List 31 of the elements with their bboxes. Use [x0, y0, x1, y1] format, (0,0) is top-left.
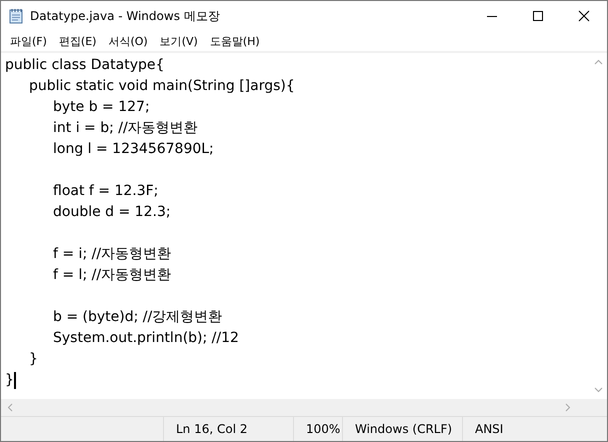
menu-item[interactable]: 도움말(H)	[204, 34, 266, 48]
close-icon	[578, 10, 590, 22]
cursor-position: Ln 16, Col 2	[176, 422, 248, 436]
code-line: public class Datatype{	[5, 56, 164, 75]
code-line: byte b = 127;	[52, 98, 150, 117]
menu-item[interactable]: 파일(F)	[4, 34, 53, 48]
menu-item[interactable]: 서식(O)	[102, 34, 154, 48]
scroll-right-icon[interactable]	[565, 403, 571, 412]
code-line: int i = b; //자동형변환	[52, 119, 198, 138]
code-line: f = i; //자동형변환	[52, 245, 172, 264]
code-line: float f = 12.3F;	[52, 182, 158, 201]
code-line: f = l; //자동형변환	[52, 266, 172, 285]
horizontal-scrollbar[interactable]	[1, 399, 607, 416]
menu-item[interactable]: 보기(V)	[154, 34, 204, 48]
code-line: System.out.println(b); //12	[52, 329, 239, 348]
zoom-level: 100%	[306, 422, 340, 436]
window-title: Datatype.java - Windows 메모장	[30, 8, 220, 24]
menu-item[interactable]: 편집(E)	[52, 34, 102, 48]
line-ending: Windows (CRLF)	[355, 422, 452, 436]
scroll-up-icon[interactable]	[594, 59, 603, 65]
maximize-icon	[532, 10, 544, 22]
code-line: }	[5, 371, 14, 390]
code-line: b = (byte)d; //강제형변환	[52, 308, 222, 327]
code-line: public static void main(String []args){	[28, 77, 295, 96]
code-line: long l = 1234567890L;	[52, 140, 214, 159]
scroll-down-icon[interactable]	[594, 387, 603, 393]
notepad-icon	[8, 8, 24, 24]
scroll-left-icon[interactable]	[7, 403, 13, 412]
code-line: double d = 12.3;	[52, 203, 171, 222]
code-line: }	[28, 350, 38, 369]
encoding: ANSI	[475, 422, 504, 436]
